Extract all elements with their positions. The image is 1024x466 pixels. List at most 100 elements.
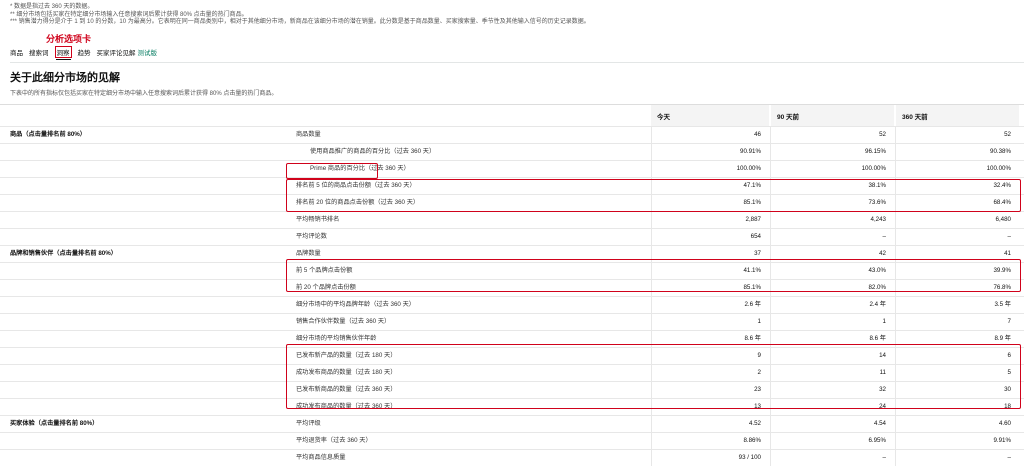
row-metric-label: 细分市场的平均销售伙伴年龄: [296, 335, 377, 342]
tab-products[interactable]: 商品: [10, 47, 23, 57]
value-today: 100.00%: [736, 165, 761, 172]
table-row: 买家体验（点击量排名前 80%） 平均评级 4.52 4.54 4.60: [0, 415, 1024, 432]
table-row: 品牌和销售伙伴（点击量排名前 80%） 品牌数量 37 42 41: [0, 245, 1024, 262]
value-today: 654: [750, 233, 761, 240]
value-360-days: 52: [1004, 131, 1011, 138]
value-360-days: 6: [1007, 352, 1011, 359]
table-header: 今天 90 天前 360 天前: [0, 104, 1024, 127]
row-metric-label: 品牌数量: [296, 250, 321, 257]
value-today: 85.1%: [743, 284, 761, 291]
row-metric-label: 成功发布商品的数量（过去 360 天）: [296, 403, 397, 410]
value-360-days: 76.8%: [993, 284, 1011, 291]
value-360-days: 90.38%: [990, 148, 1011, 155]
table-row: 成功发布商品的数量（过去 360 天） 13 24 18: [0, 398, 1024, 415]
row-metric-label: 排名前 20 位的商品点击份额（过去 360 天）: [296, 199, 420, 206]
value-90-days: 11: [879, 369, 886, 376]
row-section-label: 商品（点击量排名前 80%）: [10, 131, 86, 138]
value-today: 13: [754, 403, 761, 410]
value-360-days: 32.4%: [993, 182, 1011, 189]
tab-trends[interactable]: 趋势: [78, 47, 91, 57]
row-section-label: 品牌和销售伙伴（点击量排名前 80%）: [10, 250, 117, 257]
value-360-days: 3.5 年: [994, 301, 1011, 308]
value-today: 47.1%: [743, 182, 761, 189]
table-row: 平均评论数 654 – –: [0, 228, 1024, 245]
row-metric-label: 销售合作伙伴数量（过去 360 天）: [296, 318, 391, 325]
table-row: 成功发布商品的数量（过去 180 天） 2 11 5: [0, 364, 1024, 381]
value-360-days: 6,480: [995, 216, 1011, 223]
value-today: 37: [754, 250, 761, 257]
value-360-days: 100.00%: [986, 165, 1011, 172]
value-today: 2: [757, 369, 761, 376]
value-90-days: 73.6%: [868, 199, 886, 206]
value-today: 8.6 年: [744, 335, 761, 342]
value-90-days: 42: [879, 250, 886, 257]
row-metric-label: 使用商品推广的商品的百分比（过去 360 天）: [310, 148, 436, 155]
value-90-days: 1: [882, 318, 886, 325]
row-metric-label: 前 5 个品牌点击份额: [296, 267, 353, 274]
row-metric-label: 平均评级: [296, 420, 321, 427]
table-row: 已发布新产品的数量（过去 180 天） 9 14 6: [0, 347, 1024, 364]
value-360-days: 18: [1004, 403, 1011, 410]
footnote: * 数据是指过去 360 天的数据。: [10, 4, 94, 10]
section-description: 下表中的所有指标仅包括买家在特定细分市场中输入任意搜索词后累计获得 80% 点击…: [10, 91, 278, 97]
row-metric-label: 细分市场中的平均品牌年龄（过去 360 天）: [296, 301, 415, 308]
row-metric-label: 平均退货率（过去 360 天）: [296, 437, 372, 444]
table-row: 前 5 个品牌点击份额 41.1% 43.0% 39.9%: [0, 262, 1024, 279]
value-90-days: 8.6 年: [869, 335, 886, 342]
value-today: 23: [754, 386, 761, 393]
row-metric-label: 已发布新商品的数量（过去 360 天）: [296, 386, 397, 393]
table-row: 平均退货率（过去 360 天） 8.86% 6.95% 9.91%: [0, 432, 1024, 449]
table-row: 商品（点击量排名前 80%） 商品数量 46 52 52: [0, 126, 1024, 143]
value-360-days: 39.9%: [993, 267, 1011, 274]
value-90-days: 6.95%: [868, 437, 886, 444]
page-title: 关于此细分市场的见解: [10, 72, 120, 84]
tab-insights[interactable]: 洞察: [54, 46, 72, 60]
table-row: 排名前 20 位的商品点击份额（过去 360 天） 85.1% 73.6% 68.4%: [0, 194, 1024, 211]
value-today: 4.52: [748, 420, 761, 427]
divider: [10, 62, 1024, 63]
tab-search-terms[interactable]: 搜索词: [29, 47, 49, 57]
value-90-days: 82.0%: [868, 284, 886, 291]
row-metric-label: 成功发布商品的数量（过去 180 天）: [296, 369, 397, 376]
value-360-days: 68.4%: [993, 199, 1011, 206]
value-today: 46: [754, 131, 761, 138]
row-metric-label: 平均畅销书排名: [296, 216, 340, 223]
value-360-days: 8.9 年: [994, 335, 1011, 342]
value-360-days: 5: [1007, 369, 1011, 376]
value-today: 41.1%: [743, 267, 761, 274]
row-metric-label: 平均评论数: [296, 233, 327, 240]
value-90-days: 96.15%: [865, 148, 886, 155]
value-90-days: 100.00%: [861, 165, 886, 172]
row-metric-label: 已发布新产品的数量（过去 180 天）: [296, 352, 397, 359]
value-90-days: 32: [879, 386, 886, 393]
value-90-days: 52: [879, 131, 886, 138]
value-90-days: 14: [879, 352, 886, 359]
table-row: 平均商品信息质量 93 / 100– –: [0, 449, 1024, 466]
value-90-days: 38.1%: [868, 182, 886, 189]
row-metric-label: 排名前 5 位的商品点击份额（过去 360 天）: [296, 182, 416, 189]
value-today: 8.86%: [743, 437, 761, 444]
value-90-days: 24: [879, 403, 886, 410]
value-90-days: 4,243: [870, 216, 886, 223]
value-90-days: 43.0%: [868, 267, 886, 274]
value-today: 2,887: [745, 216, 761, 223]
insights-table: 商品（点击量排名前 80%） 商品数量 46 52 52 使用商品推广的商品的百分比（过去…: [0, 126, 1024, 466]
value-today: 1: [757, 318, 761, 325]
beta-badge: 测试版: [137, 50, 158, 57]
tab-review-insights[interactable]: 买家评论见解 测试版: [97, 47, 158, 57]
value-today: 2.6 年: [744, 301, 761, 308]
row-metric-label: Prime 商品的百分比（过去 360 天）: [310, 165, 410, 172]
value-today: 85.1%: [743, 199, 761, 206]
table-row: 已发布新商品的数量（过去 360 天） 23 32 30: [0, 381, 1024, 398]
column-header-90-days[interactable]: 90 天前: [770, 105, 894, 127]
column-header-today[interactable]: 今天: [651, 105, 769, 127]
table-row: 平均畅销书排名 2,887 4,243 6,480: [0, 211, 1024, 228]
value-today: 9: [757, 352, 761, 359]
column-header-360-days[interactable]: 360 天前: [895, 105, 1019, 127]
value-today: 90.91%: [740, 148, 761, 155]
table-row: Prime 商品的百分比（过去 360 天） 100.00% 100.00% 100.…: [0, 160, 1024, 177]
table-row: 使用商品推广的商品的百分比（过去 360 天） 90.91% 96.15% 90.38…: [0, 143, 1024, 160]
row-metric-label: 商品数量: [296, 131, 321, 138]
value-90-days: 2.4 年: [869, 301, 886, 308]
value-360-days: 9.91%: [993, 437, 1011, 444]
